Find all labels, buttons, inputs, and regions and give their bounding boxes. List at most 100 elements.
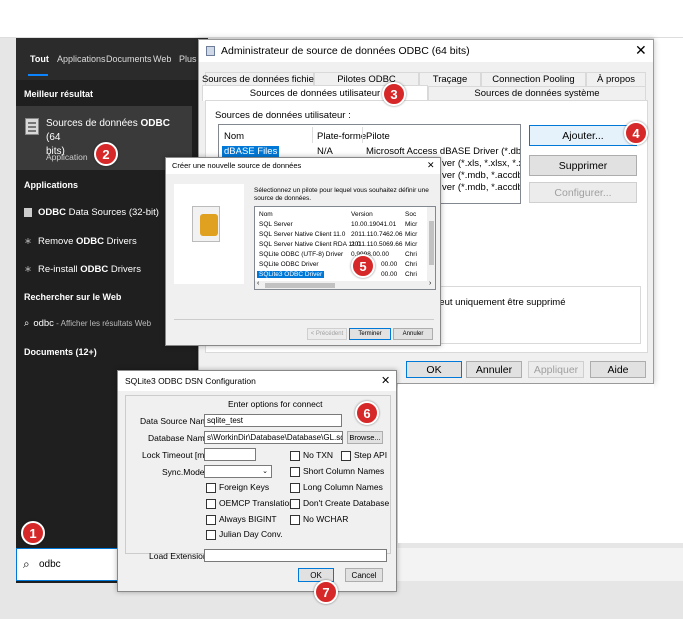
tab-applications[interactable]: Applications xyxy=(57,54,106,64)
step-badge-6: 6 xyxy=(355,401,379,425)
desktop-top-area xyxy=(0,0,683,38)
wizard-illustration xyxy=(174,184,244,284)
tab-odbc-drivers[interactable]: Pilotes ODBC xyxy=(314,72,419,86)
driver-col-company: Soc xyxy=(405,211,417,218)
step-badge-5: 5 xyxy=(351,254,375,278)
driver-col-version: Version xyxy=(351,211,373,218)
tab-connection-pooling[interactable]: Connection Pooling xyxy=(481,72,586,86)
add-button[interactable]: Ajouter... xyxy=(529,125,637,146)
odbc-app-icon xyxy=(25,118,39,135)
step-badge-7: 7 xyxy=(314,580,338,604)
new-source-instruction: Sélectionnez un pilote pour lequel vous … xyxy=(254,187,429,202)
odbc-app-icon xyxy=(24,207,32,217)
odbc-title-icon xyxy=(206,46,215,56)
checkbox-box xyxy=(290,466,300,477)
sqlite-title: SQLite3 ODBC DSN Configuration xyxy=(125,376,256,386)
check-oemcp[interactable]: OEMCP Translation xyxy=(206,498,294,509)
list-item[interactable]: SQL Server Native Client 11.0 2011.110.74… xyxy=(255,231,425,241)
checkbox-box xyxy=(206,498,216,509)
list-item[interactable]: SQLite ODBC Driver 00.00 Chri xyxy=(255,261,425,271)
checkbox-box xyxy=(290,482,300,493)
web-heading: Rechercher sur le Web xyxy=(24,292,122,302)
col-divider xyxy=(362,127,363,143)
cancel-button[interactable]: Cancel xyxy=(345,568,383,582)
horizontal-scrollbar[interactable]: ‹ › xyxy=(255,280,435,289)
tab-file-dsn[interactable]: Sources de données fichier xyxy=(202,72,317,86)
tab-all-underline xyxy=(28,74,48,76)
apps-heading: Applications xyxy=(24,180,79,190)
link-icon: ∗ xyxy=(24,236,32,247)
dsn-field[interactable]: sqlite_test xyxy=(204,414,342,427)
col-platform-header: Plate-forme xyxy=(317,131,367,142)
check-dont-create-db[interactable]: Don't Create Database xyxy=(290,498,389,509)
help-button[interactable]: Aide xyxy=(590,361,646,378)
tab-all[interactable]: Tout xyxy=(30,54,49,64)
list-item[interactable]: SQLite ODBC (UTF-8) Driver 0.9998.00.00 Ch… xyxy=(255,251,425,261)
new-source-title: Créer une nouvelle source de données xyxy=(172,161,302,170)
load-ext-field[interactable] xyxy=(204,549,387,562)
odbc-admin-titlebar: Administrateur de source de données ODBC… xyxy=(199,40,653,62)
check-foreign-keys[interactable]: Foreign Keys xyxy=(206,482,269,493)
user-dsn-label: Sources de données utilisateur : xyxy=(215,110,351,121)
list-item[interactable]: SQL Server 10.00.19041.01 Micr xyxy=(255,221,425,231)
web-search-item[interactable]: ⌕ odbc - Afficher les résultats Web xyxy=(24,318,151,329)
driver-col-name: Nom xyxy=(259,211,273,218)
finish-button[interactable]: Terminer xyxy=(349,328,391,340)
close-icon[interactable]: ✕ xyxy=(635,42,647,59)
cancel-button[interactable]: Annuler xyxy=(393,328,433,340)
step-badge-4: 4 xyxy=(624,121,648,145)
timeout-field[interactable] xyxy=(204,448,256,461)
check-long-columns[interactable]: Long Column Names xyxy=(290,482,383,493)
check-step-api[interactable]: Step API xyxy=(341,450,387,461)
sqlite-config-dialog: SQLite3 ODBC DSN Configuration ✕ Enter o… xyxy=(117,370,397,592)
step-badge-1: 1 xyxy=(21,521,45,545)
col-name-header: Nom xyxy=(224,131,245,142)
best-match-heading: Meilleur résultat xyxy=(24,89,94,99)
close-icon[interactable]: ✕ xyxy=(381,374,390,387)
row-driver: ver (*.xls, *.xlsx, *.xlsm, * xyxy=(442,158,520,169)
step-badge-2: 2 xyxy=(94,142,118,166)
sync-select[interactable]: ⌄ xyxy=(204,465,272,478)
tab-tracing[interactable]: Traçage xyxy=(419,72,481,86)
browse-button[interactable]: Browse... xyxy=(347,431,383,444)
ok-button[interactable]: OK xyxy=(406,361,462,378)
desktop-right-area xyxy=(654,38,683,543)
cancel-button[interactable]: Annuler xyxy=(466,361,522,378)
checkbox-box xyxy=(341,450,351,461)
tab-web[interactable]: Web xyxy=(153,54,171,64)
check-julian-day[interactable]: Julian Day Conv. xyxy=(206,529,283,540)
tab-about[interactable]: À propos xyxy=(586,72,646,86)
link-icon: ∗ xyxy=(24,264,32,275)
apply-button[interactable]: Appliquer xyxy=(528,361,584,378)
app-item-reinstall-odbc[interactable]: ∗ Re-install ODBC Drivers xyxy=(24,264,141,275)
search-icon: ⌕ xyxy=(23,557,30,571)
close-icon[interactable]: ✕ xyxy=(427,160,435,171)
check-short-columns[interactable]: Short Column Names xyxy=(290,466,384,477)
col-divider xyxy=(312,127,313,143)
app-item-odbc-32[interactable]: ODBC Data Sources (32-bit) xyxy=(24,207,159,218)
tab-system-dsn[interactable]: Sources de données système xyxy=(428,86,646,100)
db-field[interactable]: s\WorkinDir\Database\Database\GL.sqlite xyxy=(204,431,343,444)
app-item-remove-odbc[interactable]: ∗ Remove ODBC Drivers xyxy=(24,236,137,247)
previous-button[interactable]: < Précédent xyxy=(307,328,347,340)
step-badge-3: 3 xyxy=(382,82,406,106)
list-item-selected[interactable]: SQLite3 ODBC Driver 00.00 Chri xyxy=(255,271,425,281)
search-input[interactable]: odbc xyxy=(39,559,61,570)
check-always-bigint[interactable]: Always BIGINT xyxy=(206,514,277,525)
checkbox-box xyxy=(206,482,216,493)
check-no-txn[interactable]: No TXN xyxy=(290,450,333,461)
vertical-scrollbar[interactable] xyxy=(427,207,435,281)
background-fill xyxy=(398,384,654,543)
remove-button[interactable]: Supprimer xyxy=(529,155,637,176)
best-match-subtitle: Application xyxy=(46,152,88,162)
checkbox-box xyxy=(290,514,300,525)
list-item[interactable]: SQL Server Native Client RDA 11.0 2011.11… xyxy=(255,241,425,251)
checkbox-box xyxy=(206,529,216,540)
row-platform: N/A xyxy=(317,146,333,157)
new-source-titlebar: Créer une nouvelle source de données ✕ xyxy=(166,158,440,174)
configure-button[interactable]: Configurer... xyxy=(529,182,637,203)
tab-documents[interactable]: Documents xyxy=(106,54,152,64)
check-no-wchar[interactable]: No WCHAR xyxy=(290,514,348,525)
timeout-label: Lock Timeout [ms]: xyxy=(142,450,214,460)
driver-list[interactable]: Nom Version Soc SQL Server 10.00.19041.01… xyxy=(254,206,436,290)
